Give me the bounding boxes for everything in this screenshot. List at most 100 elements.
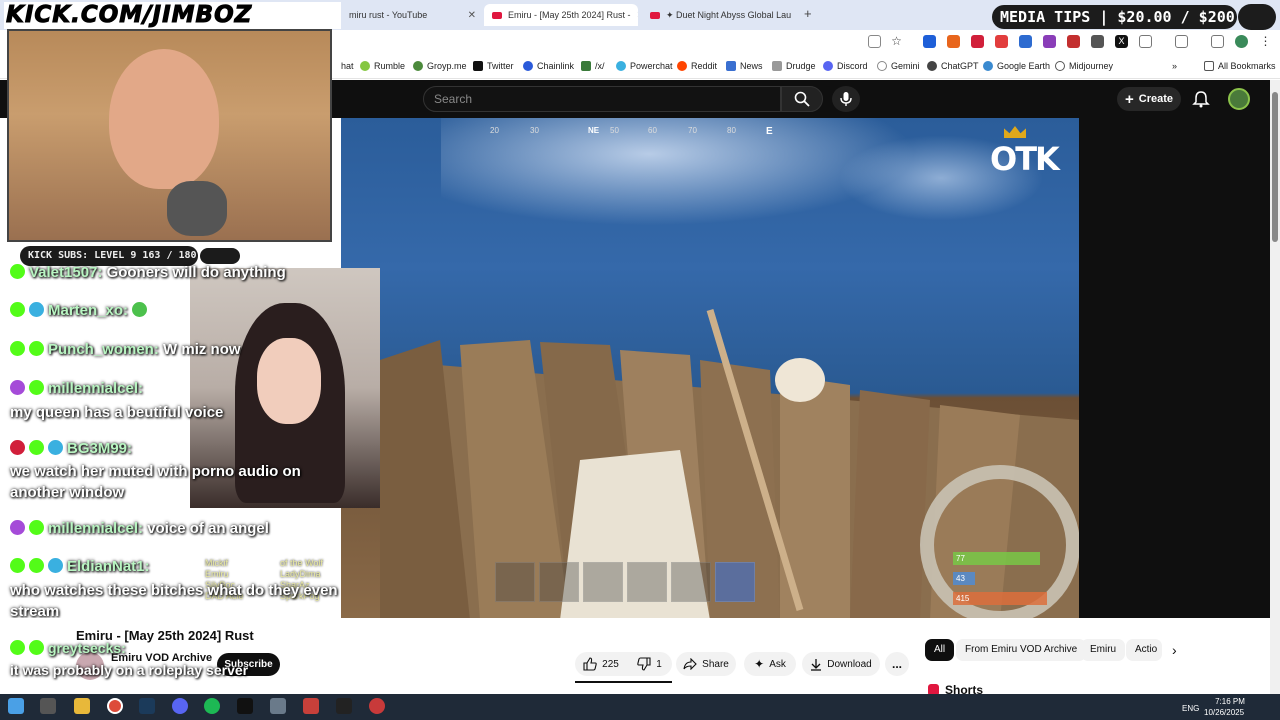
search-button[interactable] [781,86,823,112]
bookmark[interactable]: hat [341,61,354,71]
profile-avatar[interactable] [1235,35,1248,48]
hotbar-slot-selected [715,562,755,602]
clock-time[interactable]: 7:16 PM [1210,697,1250,706]
scrollbar-thumb[interactable] [1272,92,1278,242]
language-indicator[interactable]: ENG [1182,704,1199,713]
terminal-icon[interactable] [237,698,253,714]
face [257,338,321,424]
account-avatar[interactable] [1228,88,1250,110]
file-explorer-icon[interactable] [74,698,90,714]
app-icon[interactable] [303,698,319,714]
search-input[interactable]: Search [423,86,781,112]
chat-message-text: we watch her muted with porno audio on [10,463,301,480]
extension-icon[interactable] [1091,35,1104,48]
menu-dots-icon[interactable]: ⋮ [1259,35,1272,48]
bookmark-x[interactable]: /x/ [581,61,605,71]
x-extension-icon[interactable]: X [1115,35,1128,48]
new-tab-button[interactable]: + [804,6,812,21]
chip-all[interactable]: All [925,639,955,661]
extension-icon[interactable] [947,35,960,48]
chrome-icon[interactable] [107,698,123,714]
chat-message: Marten_xo: [10,302,151,319]
close-tab-icon[interactable]: ✕ [468,10,476,21]
bookmark-powerchat[interactable]: Powerchat [616,61,673,71]
chip-action[interactable]: Actio [1126,639,1162,661]
kick-badge-icon [10,640,25,655]
search-icon [877,61,887,71]
share-button[interactable]: Share [676,652,736,676]
bookmark-gemini[interactable]: Gemini [877,61,920,71]
bookmark-google-earth[interactable]: Google Earth [983,61,1050,71]
task-view-icon[interactable] [40,698,56,714]
bookmark-reddit[interactable]: Reddit [677,61,717,71]
steam-icon[interactable] [139,698,155,714]
chat-message-text: another window [10,484,125,501]
bookmark-chatgpt[interactable]: ChatGPT [927,61,979,71]
star-icon[interactable]: ☆ [890,35,903,48]
puzzle-icon[interactable] [1139,35,1152,48]
chip-emiru[interactable]: Emiru [1081,639,1126,661]
extension-icon[interactable] [971,35,984,48]
tab-duet-night-abyss[interactable]: ✦ Duet Night Abyss Global Lau ✕ [642,4,797,26]
chip-from-channel[interactable]: From Emiru VOD Archive [956,639,1087,661]
app-icon[interactable] [270,698,286,714]
tab-emiru-rust[interactable]: Emiru - [May 25th 2024] Rust - ✕ [484,4,638,26]
plus-icon: + [1124,90,1134,108]
sword-badge-icon [29,302,44,317]
sidebar-icon[interactable] [1175,35,1188,48]
extension-icon[interactable] [923,35,936,48]
right-panel [1079,118,1270,618]
bookmarks-overflow-icon[interactable]: » [1172,61,1177,71]
hotbar-slot [583,562,623,602]
discord-icon[interactable] [172,698,188,714]
kick-badge-icon [10,341,25,356]
chevron-right-icon[interactable]: › [1172,642,1177,658]
more-actions-button[interactable]: ... [885,652,909,676]
app-icon[interactable] [336,698,352,714]
bookmark-twitter[interactable]: Twitter [473,61,514,71]
bookmark-rumble[interactable]: Rumble [360,61,405,71]
tab-miru-rust[interactable]: miru rust - YouTube ✕ [341,4,484,26]
tab-label: miru rust - YouTube [349,10,428,20]
microphone [167,181,227,236]
sub-badge-icon [29,440,44,455]
ask-button[interactable]: ✦ Ask [744,652,796,676]
x-icon [473,61,483,71]
bookmark-midjourney[interactable]: Midjourney [1055,61,1113,71]
extension-icon[interactable] [1043,35,1056,48]
chatgpt-icon [927,61,937,71]
windows-start-icon[interactable] [8,698,24,714]
create-button[interactable]: + Create [1117,87,1181,111]
bookmark-drudge[interactable]: Drudge [772,61,816,71]
spotify-icon[interactable] [204,698,220,714]
bookmark-discord[interactable]: Discord [823,61,868,71]
install-icon[interactable] [868,35,881,48]
share-icon [683,658,697,670]
bookmark-news[interactable]: News [726,61,763,71]
page-scrollbar[interactable] [1270,80,1280,694]
hotbar-slot [495,562,535,602]
like-button[interactable]: 225 [575,652,627,676]
bookmark-groyp[interactable]: Groyp.me [413,61,467,71]
all-bookmarks-button[interactable]: All Bookmarks [1204,61,1276,71]
vip-badge-icon [10,440,25,455]
notifications-bell-icon[interactable] [1192,90,1210,108]
dislike-button[interactable]: 1 [627,652,672,676]
download-button[interactable]: Download [802,652,880,676]
download-icon [811,658,822,671]
thumbs-down-icon [637,657,651,671]
close-tab-icon[interactable]: ✕ [637,10,638,21]
extension-icon[interactable] [1019,35,1032,48]
clock-date[interactable]: 10/26/2025 [1204,708,1244,717]
like-underline [575,681,672,683]
extension-icon[interactable] [995,35,1008,48]
subs-goal-icon [200,248,240,264]
app-icon[interactable] [369,698,385,714]
youtube-icon [492,11,502,19]
kick-badge-icon [10,264,25,279]
tab-label: ✦ Duet Night Abyss Global Lau [666,9,792,20]
extension-icon[interactable] [1067,35,1080,48]
reading-list-icon[interactable] [1211,35,1224,48]
bookmark-chainlink[interactable]: Chainlink [523,61,574,71]
voice-search-button[interactable] [832,86,860,112]
